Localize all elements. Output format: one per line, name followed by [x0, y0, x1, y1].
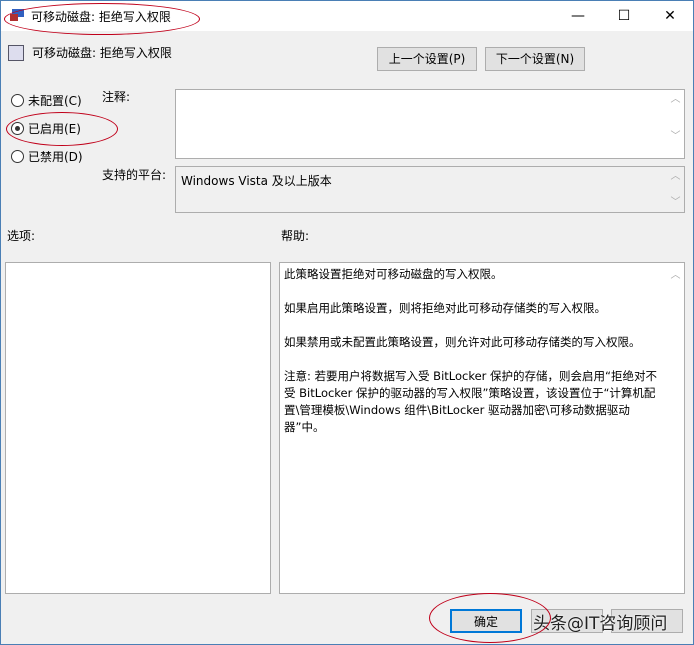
scrollbar[interactable]: ︿	[667, 263, 684, 593]
scrollbar[interactable]: ︿ ﹀	[667, 167, 684, 212]
radio-disabled[interactable]: 已禁用(D)	[11, 148, 83, 165]
next-setting-button[interactable]: 下一个设置(N)	[485, 47, 585, 71]
comment-label: 注释:	[102, 90, 131, 104]
annotation-oval	[429, 593, 551, 643]
platform-field: Windows Vista 及以上版本 ︿ ﹀	[175, 166, 685, 213]
scrollbar[interactable]: ︿ ﹀	[667, 90, 684, 158]
help-paragraph: 如果启用此策略设置，则将拒绝对此可移动存储类的写入权限。	[284, 301, 606, 315]
options-label: 选项:	[7, 229, 36, 243]
help-panel: 此策略设置拒绝对可移动磁盘的写入权限。 如果启用此策略设置，则将拒绝对此可移动存…	[279, 262, 685, 594]
prev-setting-button[interactable]: 上一个设置(P)	[377, 47, 477, 71]
radio-circle[interactable]	[11, 94, 24, 107]
watermark: 头条@IT咨询顾问	[533, 614, 668, 634]
help-label: 帮助:	[281, 229, 310, 243]
maximize-button[interactable]: ☐	[601, 1, 647, 31]
annotation-oval	[6, 112, 118, 146]
help-paragraph: 如果禁用或未配置此策略设置，则允许对此可移动存储类的写入权限。	[284, 335, 641, 349]
radio-label: 未配置(C)	[28, 94, 82, 108]
close-button[interactable]: ✕	[647, 1, 693, 31]
help-paragraph: 注意: 若要用户将数据写入受 BitLocker 保护的存储，则会启用“拒绝对不…	[284, 369, 658, 434]
setting-title: 可移动磁盘: 拒绝写入权限	[32, 46, 172, 60]
options-panel	[5, 262, 271, 594]
policy-setting-icon	[8, 45, 24, 61]
radio-label: 已禁用(D)	[28, 150, 83, 164]
annotation-oval	[4, 3, 200, 35]
help-paragraph: 此策略设置拒绝对可移动磁盘的写入权限。	[284, 267, 503, 281]
radio-not-configured[interactable]: 未配置(C)	[11, 92, 82, 109]
radio-circle[interactable]	[11, 150, 24, 163]
platform-label: 支持的平台:	[102, 168, 167, 182]
comment-textarea[interactable]: ︿ ﹀	[175, 89, 685, 159]
policy-dialog: 可移动磁盘: 拒绝写入权限 — ☐ ✕ 可移动磁盘: 拒绝写入权限 上一个设置(…	[0, 0, 694, 645]
platform-value: Windows Vista 及以上版本	[181, 174, 332, 188]
minimize-button[interactable]: —	[555, 1, 601, 31]
